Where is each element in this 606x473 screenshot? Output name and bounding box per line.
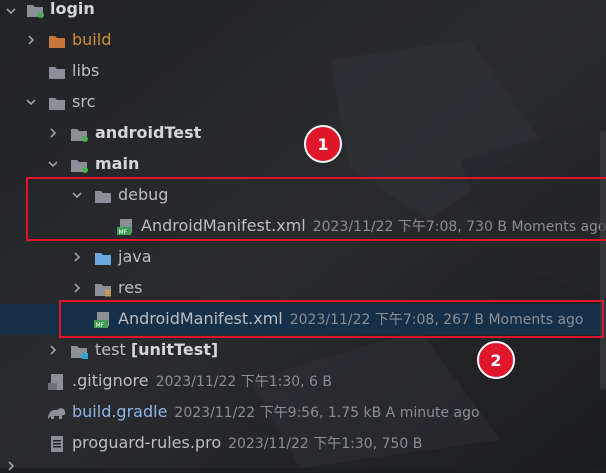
tree-row-build-gradle[interactable]: build.gradle 2023/11/22 下午9:56, 1.75 kB A… [0, 397, 606, 428]
folder-icon [48, 95, 66, 111]
tree-item-label: proguard-rules.pro 2023/11/22 下午1:30, 750… [72, 433, 423, 452]
tree-row-libs[interactable]: libs [0, 56, 606, 87]
chevron-down-icon[interactable] [46, 157, 60, 171]
excluded-folder-icon [48, 33, 66, 49]
file-meta: 2023/11/22 下午1:30, 750 B [228, 436, 423, 452]
vertical-scrollbar[interactable] [600, 130, 606, 390]
chevron-right-icon[interactable] [46, 126, 60, 140]
tree-item-label: build [72, 30, 112, 49]
annotation-badge-2: 2 [477, 341, 515, 379]
tree-row-proguard[interactable]: proguard-rules.pro 2023/11/22 下午1:30, 750… [0, 428, 606, 459]
file-meta: 2023/11/22 下午9:56, 1.75 kB A minute ago [174, 405, 480, 421]
chevron-down-icon[interactable] [4, 4, 18, 18]
annotation-box-2 [59, 300, 604, 338]
chevron-right-icon[interactable] [46, 343, 60, 357]
chevron-right-icon[interactable] [24, 33, 38, 47]
tree-item-label: test [unitTest] [95, 340, 219, 359]
annotation-badge-1: 1 [304, 125, 342, 163]
tree-row-gitignore[interactable]: .gitignore 2023/11/22 下午1:30, 6 B [0, 366, 606, 397]
tree-row-test[interactable]: test [unitTest] [0, 335, 606, 366]
chevron-down-icon[interactable] [24, 95, 38, 109]
tree-row-src[interactable]: src [0, 87, 606, 118]
proguard-file-icon [48, 435, 66, 452]
chevron-right-icon[interactable] [70, 281, 84, 295]
tree-item-label: androidTest [95, 123, 202, 142]
tree-item-label: res [118, 278, 143, 297]
tree-row-login[interactable]: login [0, 0, 606, 25]
gitignore-file-icon [48, 373, 66, 390]
folder-icon [48, 64, 66, 80]
tree-item-label: .gitignore 2023/11/22 下午1:30, 6 B [72, 371, 333, 390]
tree-item-label: java [118, 247, 152, 266]
tree-item-label: build.gradle 2023/11/22 下午9:56, 1.75 kB A… [72, 402, 480, 421]
resources-folder-icon [94, 281, 112, 297]
tree-row-cut-off [0, 459, 606, 471]
chevron-right-icon [4, 459, 18, 473]
tree-item-label: main [95, 154, 140, 173]
gradle-file-icon [46, 404, 68, 420]
file-meta: 2023/11/22 下午1:30, 6 B [155, 374, 333, 390]
tree-row-java[interactable]: java [0, 242, 606, 273]
source-folder-icon [94, 250, 112, 266]
tree-row-build[interactable]: build [0, 25, 606, 56]
test-folder-icon [70, 343, 88, 359]
test-folder-icon [70, 126, 88, 142]
tree-item-label: login [50, 0, 95, 18]
module-folder-icon [26, 2, 44, 18]
source-root-folder-icon [70, 157, 88, 173]
tree-item-label: src [72, 92, 96, 111]
tree-item-label: libs [72, 61, 100, 80]
chevron-right-icon[interactable] [70, 250, 84, 264]
tree-row-androidtest[interactable]: androidTest [0, 118, 606, 149]
annotation-box-1 [26, 177, 606, 241]
tree-row-main[interactable]: main [0, 149, 606, 180]
